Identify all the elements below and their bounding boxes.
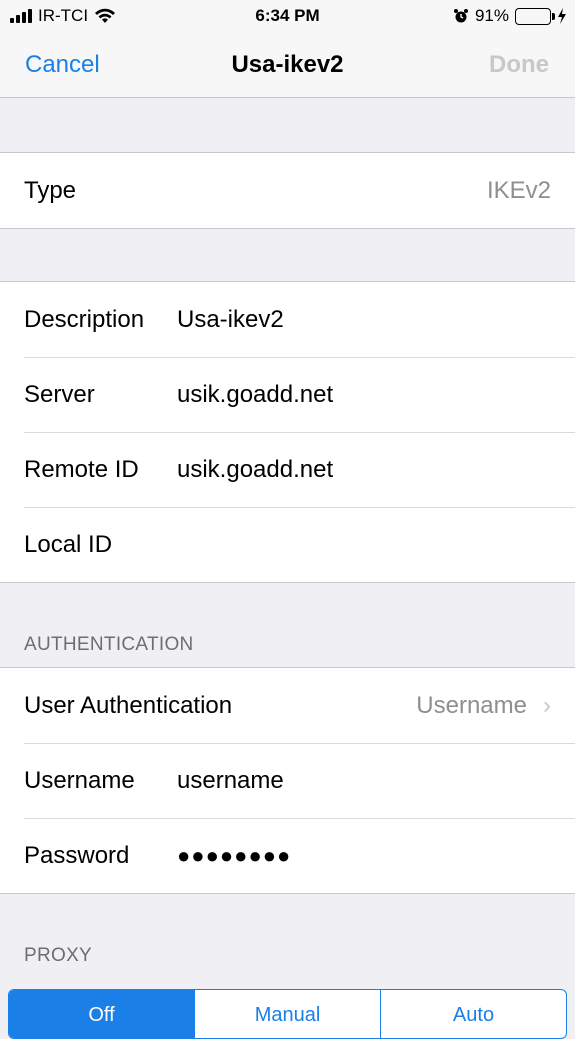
password-field[interactable]: ●●●●●●●● bbox=[177, 843, 291, 869]
proxy-header: PROXY bbox=[24, 945, 93, 966]
wifi-icon bbox=[95, 8, 116, 23]
carrier-area: IR-TCI bbox=[10, 6, 116, 26]
server-row[interactable]: Server usik.goadd.net bbox=[0, 357, 575, 432]
remote-id-field[interactable]: usik.goadd.net bbox=[177, 456, 333, 484]
local-id-label: Local ID bbox=[24, 530, 113, 558]
server-label: Server bbox=[24, 380, 95, 408]
type-group: Type IKEv2 bbox=[0, 152, 575, 229]
type-label: Type bbox=[24, 176, 77, 204]
charging-bolt-icon bbox=[558, 8, 566, 24]
local-id-row[interactable]: Local ID bbox=[0, 507, 575, 582]
alarm-icon bbox=[453, 9, 468, 23]
battery-icon bbox=[515, 7, 555, 25]
authentication-header: AUTHENTICATION bbox=[24, 634, 194, 655]
user-authentication-value: Username bbox=[416, 691, 527, 719]
description-field[interactable]: Usa-ikev2 bbox=[177, 306, 284, 334]
remote-id-row[interactable]: Remote ID usik.goadd.net bbox=[0, 432, 575, 507]
password-row[interactable]: Password ●●●●●●●● bbox=[0, 818, 575, 893]
type-value: IKEv2 bbox=[486, 176, 551, 204]
battery-percent: 91% bbox=[474, 6, 509, 25]
battery-area: 91% bbox=[453, 6, 567, 26]
signal-strength-icon bbox=[10, 9, 32, 23]
description-row[interactable]: Description Usa-ikev2 bbox=[0, 282, 575, 357]
authentication-group: User Authentication Username › Username … bbox=[0, 667, 575, 894]
proxy-option-manual[interactable]: Manual bbox=[194, 990, 380, 1038]
proxy-option-off[interactable]: Off bbox=[9, 990, 194, 1038]
connection-group: Description Usa-ikev2 Server usik.goadd.… bbox=[0, 281, 575, 583]
remote-id-label: Remote ID bbox=[24, 455, 139, 483]
status-bar: IR-TCI 6:34 PM 91% bbox=[0, 0, 575, 34]
type-row[interactable]: Type IKEv2 bbox=[0, 153, 575, 228]
navigation-bar: Cancel Usa-ikev2 Done bbox=[0, 34, 575, 98]
user-authentication-label: User Authentication bbox=[24, 691, 233, 719]
username-field[interactable]: username bbox=[177, 767, 284, 795]
chevron-right-icon: › bbox=[543, 691, 551, 719]
user-authentication-value-area: Username › bbox=[416, 692, 551, 720]
username-label: Username bbox=[24, 766, 135, 794]
proxy-option-auto[interactable]: Auto bbox=[380, 990, 566, 1038]
cancel-button[interactable]: Cancel bbox=[25, 51, 100, 79]
proxy-segmented-control: Off Manual Auto bbox=[8, 989, 567, 1039]
done-button[interactable]: Done bbox=[489, 51, 549, 79]
carrier-name: IR-TCI bbox=[38, 6, 89, 25]
description-label: Description bbox=[24, 305, 145, 333]
password-label: Password bbox=[24, 841, 130, 869]
username-row[interactable]: Username username bbox=[0, 743, 575, 818]
user-authentication-row[interactable]: User Authentication Username › bbox=[0, 668, 575, 743]
server-field[interactable]: usik.goadd.net bbox=[177, 381, 333, 409]
